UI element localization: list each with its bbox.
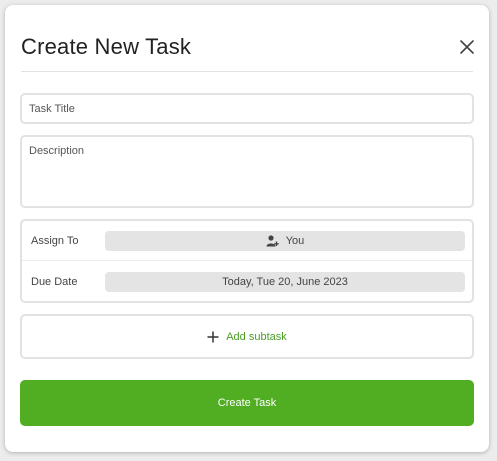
create-task-button[interactable]: Create Task bbox=[20, 380, 474, 426]
description-input[interactable] bbox=[22, 137, 472, 206]
due-date-row: Due Date Today, Tue 20, June 2023 bbox=[22, 262, 472, 302]
description-field[interactable] bbox=[20, 135, 474, 208]
close-icon bbox=[460, 40, 474, 54]
plus-icon bbox=[207, 331, 219, 342]
header-divider bbox=[21, 71, 473, 72]
add-user-icon bbox=[266, 235, 279, 247]
assign-row: Assign To You bbox=[22, 221, 472, 261]
assignee-selector[interactable]: You bbox=[105, 231, 465, 251]
assign-label: Assign To bbox=[31, 235, 79, 247]
close-button[interactable] bbox=[458, 38, 476, 56]
add-subtask-button[interactable]: Add subtask bbox=[20, 314, 474, 359]
task-meta-box: Assign To You Due Date Today, Tue 20, Ju… bbox=[20, 219, 474, 303]
due-date-label: Due Date bbox=[31, 276, 78, 288]
create-task-modal: Create New Task Assign To You Due Date bbox=[5, 5, 489, 452]
task-title-field[interactable] bbox=[20, 93, 474, 124]
due-date-selector[interactable]: Today, Tue 20, June 2023 bbox=[105, 272, 465, 292]
add-subtask-label: Add subtask bbox=[226, 330, 287, 343]
assignee-value: You bbox=[285, 235, 305, 247]
due-date-value: Today, Tue 20, June 2023 bbox=[222, 276, 348, 288]
task-title-input[interactable] bbox=[22, 95, 472, 122]
modal-title: Create New Task bbox=[21, 34, 192, 59]
